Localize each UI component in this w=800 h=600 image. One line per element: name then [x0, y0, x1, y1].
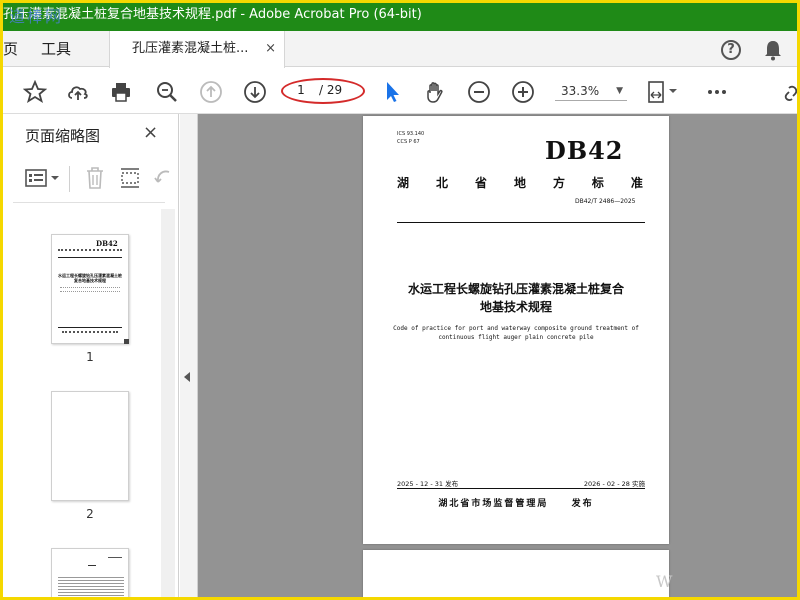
province-char: 湖 [397, 176, 410, 190]
thumb3-heading-line [88, 565, 96, 566]
thumbnail-label-2: 2 [86, 507, 94, 521]
title-bar: 孔压灌素混凝土桩复合地基技术规程.pdf - Adobe Acrobat Pro… [3, 3, 797, 31]
select-cursor-icon[interactable] [381, 80, 405, 104]
thumb1-rule-2 [58, 327, 122, 328]
tab-bar: 页 工具 孔压灌素混凝土桩... × ? [3, 31, 797, 68]
province-char: 标 [591, 176, 604, 190]
issuer: 湖北省市场监督管理局 发布 [383, 496, 649, 509]
previous-page-icon[interactable] [199, 80, 223, 104]
document-view[interactable]: ICS 93.140 CCS P 67 DB42 湖 北 省 地 方 标 准 D… [198, 114, 797, 597]
link-icon[interactable] [779, 80, 797, 104]
document-title: 水运工程长螺旋钻孔压灌素混凝土桩复合 地基技术规程 [383, 280, 649, 316]
insert-page-icon[interactable] [119, 166, 141, 190]
thumbnail-page-1[interactable]: DB42 水运工程长螺旋钻孔压灌素混凝土桩复合地基技术规程 [51, 234, 129, 344]
site-watermark: 道棒网 [9, 7, 64, 26]
hand-tool-icon[interactable] [423, 80, 447, 104]
tab-home[interactable]: 页 [3, 31, 18, 67]
current-page-input[interactable]: 1 [295, 83, 307, 97]
thumb3-header-line [108, 557, 122, 558]
thumbnail-options-icon[interactable] [25, 168, 61, 190]
province-char: 省 [474, 176, 487, 190]
pane-toolbar-divider [69, 166, 70, 192]
province-char: 准 [630, 176, 643, 190]
tab-document[interactable]: 孔压灌素混凝土桩... × [109, 31, 285, 68]
thumbnail-label-1: 1 [86, 350, 94, 364]
total-pages: / 29 [319, 83, 343, 97]
thumbnails-pane: 页面缩略图 × DB42 水运工程长螺旋钻孔压灌素混凝土桩复合地基技术规程 1 … [3, 114, 179, 597]
page-fit-icon[interactable] [647, 80, 681, 104]
province-char: 地 [513, 176, 526, 190]
thumb1-en-line-2 [60, 291, 120, 292]
window-title: 孔压灌素混凝土桩复合地基技术规程.pdf - Adobe Acrobat Pro… [3, 7, 422, 22]
issuer-name: 湖北省市场监督管理局 [438, 499, 549, 509]
ccs-line: CCS P 67 [397, 139, 420, 145]
pane-collapse-strip[interactable] [180, 114, 198, 597]
thumbnails-scrollbar[interactable] [161, 209, 175, 597]
issue-word: 发布 [571, 499, 594, 509]
thumbnail-page-3[interactable] [51, 548, 129, 597]
thumb1-province-line [58, 249, 122, 251]
tab-tools[interactable]: 工具 [41, 31, 71, 67]
chevron-down-icon: ▼ [616, 86, 623, 96]
title-line-1: 水运工程长螺旋钻孔压灌素混凝土桩复合 [407, 282, 624, 296]
zoom-dropdown[interactable]: 33.3% ▼ [555, 81, 627, 101]
app-window: 孔压灌素混凝土桩复合地基技术规程.pdf - Adobe Acrobat Pro… [3, 3, 797, 597]
province-standard-label: 湖 北 省 地 方 标 准 [397, 174, 643, 191]
title-line-2: 地基技术规程 [479, 300, 552, 314]
thumb3-text-lines [58, 575, 124, 597]
province-char: 方 [552, 176, 565, 190]
pdf-page-1[interactable]: ICS 93.140 CCS P 67 DB42 湖 北 省 地 方 标 准 D… [363, 116, 669, 544]
ics-code: ICS 93.140 CCS P 67 [397, 130, 424, 146]
search-icon[interactable] [155, 80, 179, 104]
zoom-value: 33.3% [561, 84, 600, 98]
next-page-icon[interactable] [243, 80, 267, 104]
dates-row: 2025 - 12 - 31 发布 2026 - 02 - 28 实施 [397, 478, 645, 488]
pane-close-icon[interactable]: × [143, 122, 158, 143]
trash-icon[interactable] [85, 166, 105, 190]
collapse-arrow-icon[interactable] [184, 372, 190, 382]
cloud-upload-icon[interactable] [66, 80, 90, 104]
tab-document-label: 孔压灌素混凝土桩... [132, 41, 249, 56]
pane-divider [13, 202, 165, 203]
footer-rule [397, 488, 645, 489]
ics-line: ICS 93.140 [397, 131, 425, 137]
star-icon[interactable] [23, 80, 47, 104]
print-icon[interactable] [109, 80, 133, 104]
zoom-in-icon[interactable] [511, 80, 535, 104]
thumb1-corner-mark [124, 339, 129, 344]
pane-toolbar [3, 158, 179, 198]
thumb1-db: DB42 [96, 239, 118, 248]
more-options-icon[interactable] [705, 80, 729, 104]
thumbnails-list: DB42 水运工程长螺旋钻孔压灌素混凝土桩复合地基技术规程 1 2 [11, 209, 161, 597]
zoom-out-icon[interactable] [467, 80, 491, 104]
bell-icon[interactable] [763, 39, 783, 61]
thumbnail-page-2[interactable] [51, 391, 129, 501]
standard-code: DB42/T 2486—2025 [575, 198, 636, 205]
english-title-line-2: continuous flight auger plain concrete p… [438, 334, 594, 341]
english-title-line-1: Code of practice for port and waterway c… [393, 325, 639, 332]
main-toolbar: 1 / 29 33.3% ▼ [3, 68, 797, 114]
implementation-date: 2026 - 02 - 28 实施 [583, 480, 645, 488]
english-title: Code of practice for port and waterway c… [383, 324, 649, 342]
thumb1-title: 水运工程长螺旋钻孔压灌素混凝土桩复合地基技术规程 [58, 273, 122, 283]
province-char: 北 [435, 176, 448, 190]
page-number-box[interactable]: 1 / 29 [281, 78, 365, 104]
rotate-icon[interactable] [153, 166, 173, 190]
standard-prefix: DB42 [545, 136, 624, 165]
thumb1-rule [58, 257, 122, 258]
tab-close-icon[interactable]: × [265, 31, 276, 67]
thumb1-en-line [60, 287, 120, 288]
issue-date: 2025 - 12 - 31 发布 [397, 480, 459, 488]
header-rule [397, 222, 645, 223]
pane-title: 页面缩略图 [25, 127, 101, 145]
thumb1-issuer-line [62, 331, 118, 333]
help-icon[interactable]: ? [721, 40, 741, 60]
pdf-page-2[interactable] [363, 550, 669, 597]
page2-text-fragment: W [656, 572, 673, 591]
